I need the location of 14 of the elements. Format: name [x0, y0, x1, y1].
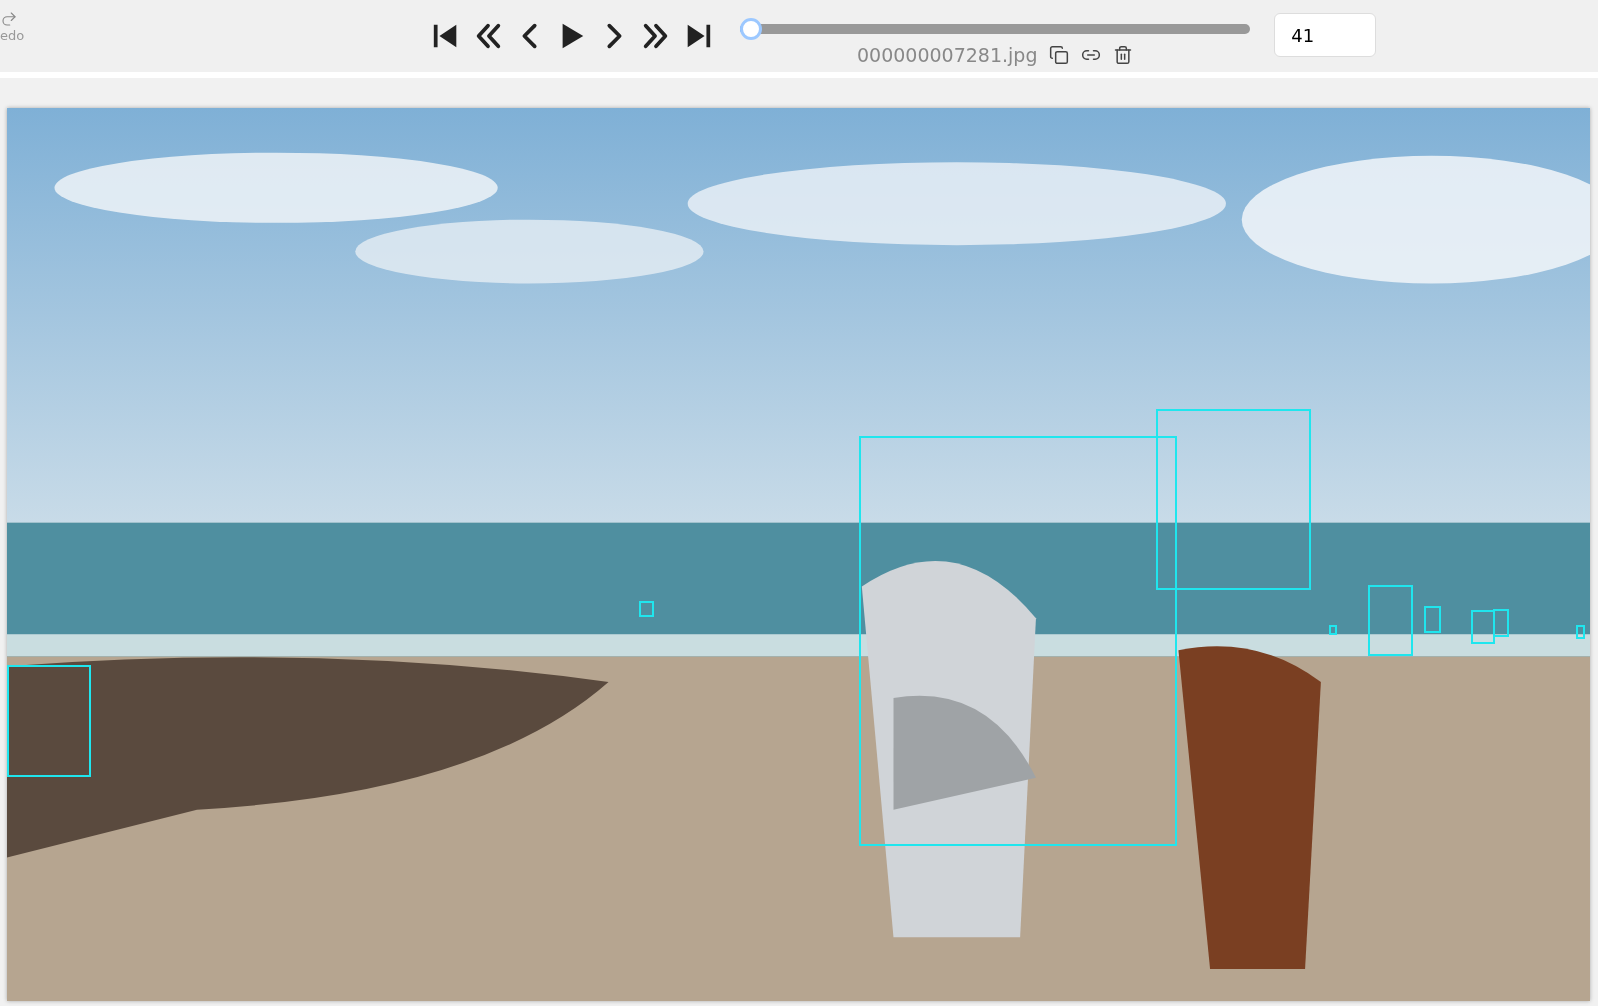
bounding-box[interactable] — [1471, 609, 1495, 644]
bounding-box[interactable] — [7, 665, 91, 777]
delete-button[interactable] — [1113, 45, 1134, 65]
copy-button[interactable] — [1049, 45, 1070, 65]
frame-number-field[interactable]: 41 — [1274, 13, 1377, 57]
redo-icon — [0, 10, 18, 28]
bounding-box[interactable] — [858, 435, 1177, 847]
bounding-box[interactable] — [1575, 625, 1586, 640]
bounding-box[interactable] — [1156, 408, 1312, 591]
delete-icon — [1113, 45, 1134, 65]
copy-icon — [1049, 45, 1070, 65]
file-name: 000000007281.jpg — [856, 44, 1038, 66]
bounding-box[interactable] — [1368, 584, 1413, 657]
slider-thumb[interactable] — [740, 18, 763, 40]
